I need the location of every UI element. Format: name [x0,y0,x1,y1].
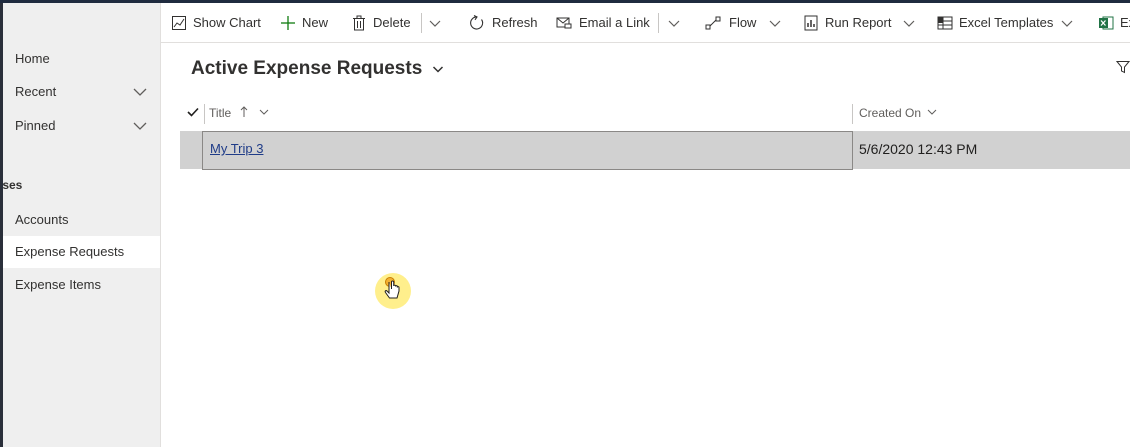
flow-label: Flow [729,15,757,30]
sidebar-section-label: penses [3,178,23,192]
sidebar-item-recent[interactable]: Recent [3,76,160,108]
sort-ascending-icon [240,106,247,117]
sidebar: Home Recent Pinned penses Accounts Expen… [3,3,161,447]
column-header-title[interactable]: Title [209,100,270,126]
sidebar-section-header: penses [3,171,160,199]
chevron-down-icon [668,20,680,27]
table-cell-focus [202,131,853,170]
chevron-down-icon [432,66,443,73]
new-button[interactable]: New [280,3,332,42]
refresh-button[interactable]: Refresh [469,3,539,42]
show-chart-label: Show Chart [193,15,261,30]
command-bar: Show Chart New Delete Refresh Email a Li… [161,3,1130,43]
refresh-label: Refresh [492,15,538,30]
sidebar-item-pinned[interactable]: Pinned [3,110,160,142]
flow-button[interactable]: Flow [705,3,785,42]
filter-icon[interactable] [1116,60,1130,74]
sidebar-item-label: Pinned [15,118,56,133]
plus-icon [281,16,295,30]
toolbar-divider [658,13,659,33]
trash-icon [353,15,365,31]
sidebar-item-label: Accounts [15,212,69,227]
flow-icon [705,16,721,30]
run-report-label: Run Report [825,15,892,30]
chevron-down-icon [769,20,781,27]
more-delete-dropdown[interactable] [427,3,449,42]
sidebar-item-expense-requests[interactable]: Expense Requests [3,236,160,268]
record-link[interactable]: My Trip 3 [210,141,263,156]
column-header-label: Title [209,106,232,120]
excel-templates-button[interactable]: Excel Templates [937,3,1077,42]
chevron-down-icon [903,20,915,27]
show-chart-button[interactable]: Show Chart [171,3,266,42]
sidebar-item-accounts[interactable]: Accounts [3,204,160,236]
column-header-created-on[interactable]: Created On [859,100,938,126]
column-divider [204,104,205,124]
more-email-dropdown[interactable] [666,3,688,42]
chevron-down-icon [259,109,269,115]
sidebar-item-label: Expense Requests [15,244,125,259]
delete-button[interactable]: Delete [351,3,413,42]
run-report-button[interactable]: Run Report [803,3,918,42]
report-icon [804,15,818,31]
excel-templates-label: Excel Templates [959,15,1054,30]
email-link-icon [556,17,572,29]
chevron-down-icon[interactable] [132,110,148,142]
created-on-cell: 5/6/2020 12:43 PM [859,141,978,157]
email-link-label: Email a Link [579,15,650,30]
view-selector[interactable]: Active Expense Requests [191,56,444,82]
checkmark-icon [187,107,199,117]
delete-label: Delete [373,15,411,30]
chevron-down-icon [1061,20,1073,27]
sidebar-item-label: Recent [15,84,57,99]
toolbar-divider [421,13,422,33]
excel-template-icon [937,16,953,30]
export-excel-button[interactable]: Ex [1098,3,1130,42]
column-header-label: Created On [859,106,922,120]
sidebar-item-label: Home [15,51,50,66]
chart-icon [172,16,186,30]
refresh-icon [470,15,484,30]
page-title: Active Expense Requests [191,58,423,79]
chevron-down-icon [429,20,441,27]
select-all-checkbox[interactable] [187,100,201,126]
chevron-down-icon [928,109,937,115]
sidebar-item-label: Expense Items [15,277,101,292]
chevron-down-icon[interactable] [132,76,148,108]
email-link-button[interactable]: Email a Link [556,3,650,42]
column-divider [852,104,853,124]
hand-cursor-icon [384,277,400,299]
new-label: New [302,15,329,30]
excel-icon [1099,16,1114,30]
export-excel-label: Ex [1120,15,1130,30]
sidebar-item-home[interactable]: Home [3,43,160,75]
sidebar-item-expense-items[interactable]: Expense Items [3,269,160,301]
